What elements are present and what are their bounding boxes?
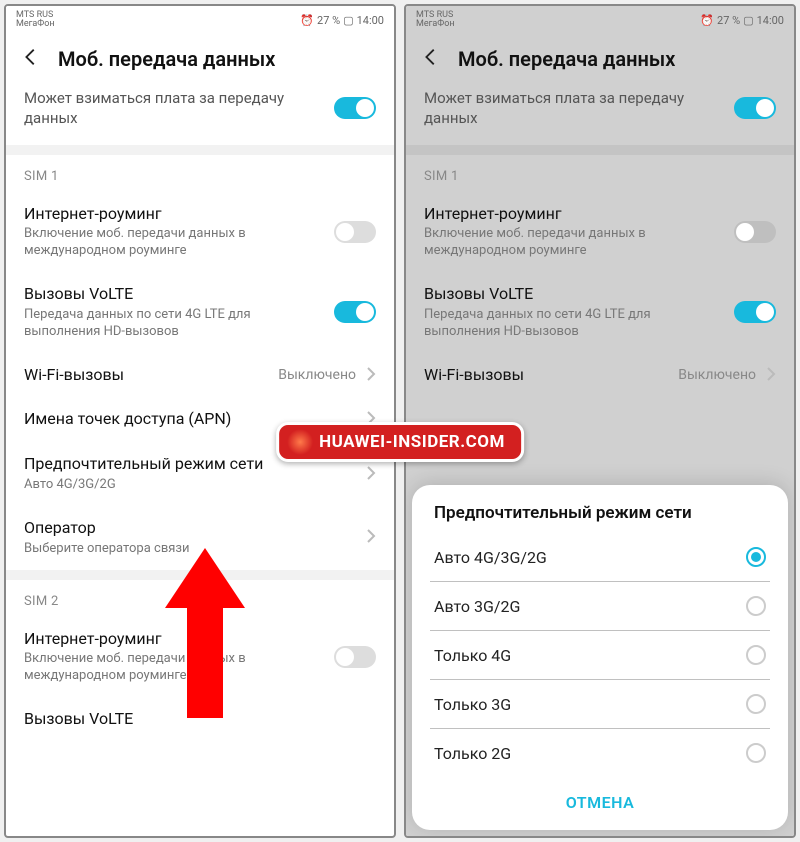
radio-icon[interactable] xyxy=(746,547,766,567)
wifi-calling-title: Wi-Fi-вызовы xyxy=(24,365,268,386)
wifi-calling-row[interactable]: Wi-Fi-вызовы Выключено xyxy=(406,353,794,398)
section-divider xyxy=(6,570,394,580)
carrier-2: МегаФон xyxy=(416,20,455,29)
back-icon[interactable] xyxy=(420,46,442,72)
battery-icon: ▢ xyxy=(343,14,353,27)
volte-title-sim2: Вызовы VoLTE xyxy=(24,709,376,730)
volte-sub: Передача данных по сети 4G LTE для выпол… xyxy=(24,307,324,341)
sim1-label: SIM 1 xyxy=(6,155,394,192)
roaming-sub: Включение моб. передачи данных в междуна… xyxy=(24,226,324,260)
operator-title: Оператор xyxy=(24,518,356,539)
network-mode-dialog: Предпочтительный режим сети Авто 4G/3G/2… xyxy=(412,485,788,830)
roaming-title: Интернет-роуминг xyxy=(424,204,724,225)
radio-icon[interactable] xyxy=(746,596,766,616)
clock: 14:00 xyxy=(757,14,784,27)
option-label: Только 2G xyxy=(434,744,511,763)
roaming-title: Интернет-роуминг xyxy=(24,204,324,225)
roaming-row[interactable]: Интернет-роуминг Включение моб. передачи… xyxy=(6,192,394,273)
sim2-label: SIM 2 xyxy=(6,580,394,617)
roaming-row[interactable]: Интернет-роуминг Включение моб. передачи… xyxy=(406,192,794,273)
volte-toggle[interactable] xyxy=(334,301,376,323)
status-bar: MTS RUS МегаФон ⏰ 27 % ▢ 14:00 xyxy=(6,6,394,34)
operator-row[interactable]: Оператор Выберите оператора связи xyxy=(6,506,394,570)
operator-sub: Выберите оператора связи xyxy=(24,541,356,558)
clock: 14:00 xyxy=(357,14,384,27)
battery-icon: ▢ xyxy=(743,14,753,27)
option-label: Только 3G xyxy=(434,695,511,714)
network-mode-sub: Авто 4G/3G/2G xyxy=(24,477,356,494)
roaming-row-sim2[interactable]: Интернет-роуминг Включение моб. передачи… xyxy=(6,617,394,698)
option-label: Авто 4G/3G/2G xyxy=(434,548,547,567)
radio-icon[interactable] xyxy=(746,694,766,714)
sim1-label: SIM 1 xyxy=(406,155,794,192)
page-header: Моб. передача данных xyxy=(6,34,394,80)
back-icon[interactable] xyxy=(20,46,42,72)
phone-left: MTS RUS МегаФон ⏰ 27 % ▢ 14:00 Моб. пере… xyxy=(4,4,396,838)
network-mode-option[interactable]: Только 2G xyxy=(412,729,788,777)
volte-title: Вызовы VoLTE xyxy=(424,284,724,305)
dialog-cancel-button[interactable]: ОТМЕНА xyxy=(412,777,788,822)
dialog-title: Предпочтительный режим сети xyxy=(412,503,788,533)
network-mode-option[interactable]: Авто 3G/2G xyxy=(412,582,788,630)
status-bar: MTS RUS МегаФон ⏰ 27 % ▢ 14:00 xyxy=(406,6,794,34)
chevron-right-icon xyxy=(366,528,376,547)
mobile-data-label: Может взиматься плата за передачу данных xyxy=(424,88,722,129)
page-title: Моб. передача данных xyxy=(58,47,275,71)
battery-percent: 27 % xyxy=(717,14,740,27)
roaming-toggle[interactable] xyxy=(734,221,776,243)
roaming-sub: Включение моб. передачи данных в междуна… xyxy=(424,226,724,260)
volte-row[interactable]: Вызовы VoLTE Передача данных по сети 4G … xyxy=(6,272,394,353)
alarm-icon: ⏰ xyxy=(700,14,714,27)
chevron-right-icon xyxy=(766,366,776,385)
volte-toggle[interactable] xyxy=(734,301,776,323)
watermark-badge: HUAWEI-INSIDER.COM xyxy=(276,422,524,462)
volte-row[interactable]: Вызовы VoLTE Передача данных по сети 4G … xyxy=(406,272,794,353)
roaming-toggle[interactable] xyxy=(334,221,376,243)
carrier-2: МегаФон xyxy=(16,20,55,29)
roaming-toggle-sim2[interactable] xyxy=(334,646,376,668)
wifi-calling-value: Выключено xyxy=(678,367,756,383)
mobile-data-row[interactable]: Может взиматься плата за передачу данных xyxy=(406,80,794,155)
page-title: Моб. передача данных xyxy=(458,47,675,71)
roaming-sub-sim2: Включение моб. передачи данных в междуна… xyxy=(24,651,324,685)
radio-icon[interactable] xyxy=(746,743,766,763)
wifi-calling-value: Выключено xyxy=(278,367,356,383)
chevron-right-icon xyxy=(366,465,376,484)
mobile-data-label: Может взиматься плата за передачу данных xyxy=(24,88,322,129)
mobile-data-toggle[interactable] xyxy=(334,97,376,119)
page-header: Моб. передача данных xyxy=(406,34,794,80)
battery-percent: 27 % xyxy=(317,14,340,27)
radio-icon[interactable] xyxy=(746,645,766,665)
mobile-data-toggle[interactable] xyxy=(734,97,776,119)
wifi-calling-row[interactable]: Wi-Fi-вызовы Выключено xyxy=(6,353,394,398)
phone-right: MTS RUS МегаФон ⏰ 27 % ▢ 14:00 Моб. пере… xyxy=(404,4,796,838)
alarm-icon: ⏰ xyxy=(300,14,314,27)
mobile-data-row[interactable]: Может взиматься плата за передачу данных xyxy=(6,80,394,155)
volte-sub: Передача данных по сети 4G LTE для выпол… xyxy=(424,307,724,341)
network-mode-option[interactable]: Только 3G xyxy=(412,680,788,728)
volte-row-sim2[interactable]: Вызовы VoLTE xyxy=(6,697,394,742)
network-mode-option[interactable]: Авто 4G/3G/2G xyxy=(412,533,788,581)
option-label: Только 4G xyxy=(434,646,511,665)
network-mode-option[interactable]: Только 4G xyxy=(412,631,788,679)
wifi-calling-title: Wi-Fi-вызовы xyxy=(424,365,668,386)
option-label: Авто 3G/2G xyxy=(434,597,520,616)
roaming-title-sim2: Интернет-роуминг xyxy=(24,629,324,650)
chevron-right-icon xyxy=(366,366,376,385)
volte-title: Вызовы VoLTE xyxy=(24,284,324,305)
